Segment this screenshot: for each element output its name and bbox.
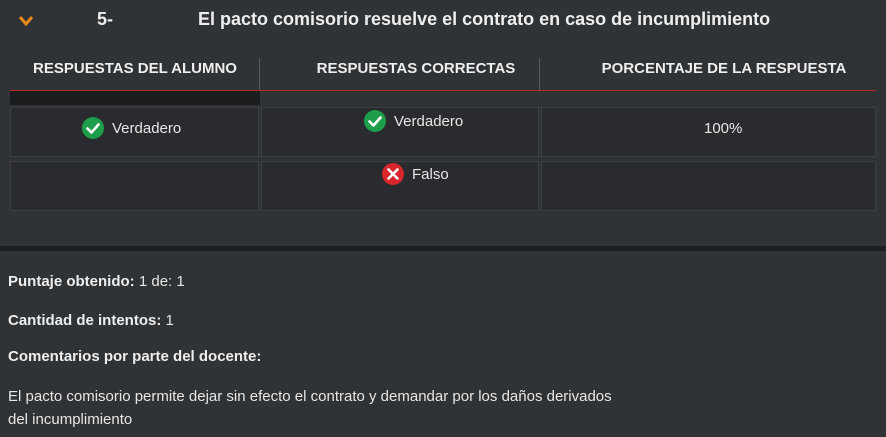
column-separator	[259, 58, 260, 91]
correct-answer-false: Falso	[382, 163, 449, 185]
student-answer: Verdadero	[82, 117, 181, 139]
check-circle-icon	[364, 110, 386, 132]
correct-answer-true: Verdadero	[364, 110, 463, 132]
question-header: 5- El pacto comisorio resuelve el contra…	[0, 0, 886, 42]
chevron-down-icon[interactable]	[18, 14, 34, 28]
table-row-2-student-cell	[10, 161, 259, 211]
header-correct-answers: RESPUESTAS CORRECTAS	[316, 60, 516, 77]
student-answer-label: Verdadero	[112, 119, 182, 137]
header-bar	[10, 91, 260, 105]
question-title: El pacto comisorio resuelve el contrato …	[198, 9, 771, 29]
score-value: 1 de: 1	[138, 273, 185, 290]
comments-label: Comentarios por parte del docente:	[8, 348, 262, 365]
correct-answer-label: Verdadero	[394, 112, 464, 130]
check-circle-icon	[82, 117, 104, 139]
comments-heading: Comentarios por parte del docente:	[8, 348, 261, 365]
attempts-line: Cantidad de intentos: 1	[8, 312, 174, 329]
table-row-2-percentage-cell	[541, 161, 876, 211]
answer-percentage: 100%	[704, 120, 743, 137]
header-student-answers: RESPUESTAS DEL ALUMNO	[33, 60, 237, 77]
attempts-label: Cantidad de intentos:	[8, 312, 162, 329]
question-number: 5-	[97, 9, 114, 29]
score-line: Puntaje obtenido: 1 de: 1	[8, 273, 185, 290]
header-answer-percentage: PORCENTAJE DE LA RESPUESTA	[601, 60, 847, 77]
teacher-comment: El pacto comisorio permite dejar sin efe…	[8, 388, 612, 428]
false-answer-label: Falso	[412, 165, 449, 183]
attempts-value: 1	[165, 312, 174, 329]
x-circle-icon	[382, 163, 404, 185]
column-separator	[539, 58, 540, 91]
score-label: Puntaje obtenido:	[8, 273, 135, 290]
